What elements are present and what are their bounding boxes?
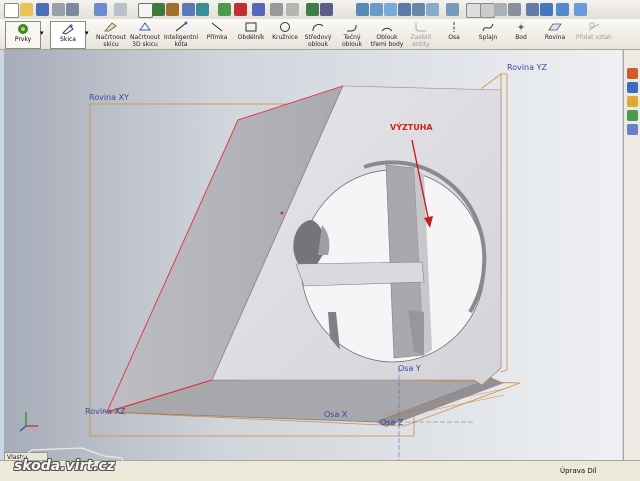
sketch-grid-icon[interactable] [196, 3, 209, 16]
sketch-fillet-button[interactable]: Zaoblit entity [407, 21, 435, 48]
pan-icon[interactable] [320, 3, 333, 16]
shadow-icon[interactable] [540, 3, 553, 16]
undo-icon[interactable] [94, 3, 107, 16]
point-button[interactable]: Bod [508, 21, 534, 41]
rotate-icon[interactable] [306, 3, 319, 16]
rib-annotation-label: VÝZTUHA [390, 121, 433, 132]
coordinate-triad [19, 412, 38, 432]
home-icon[interactable] [627, 68, 638, 79]
3d-sketch-icon [139, 22, 151, 31]
scene-icon[interactable] [574, 3, 587, 16]
options-icon[interactable] [166, 3, 179, 16]
plane-icon [548, 23, 562, 31]
tangent-arc-button[interactable]: Tečný oblouk [337, 21, 367, 48]
section-view-icon[interactable] [526, 3, 539, 16]
centerpoint-arc-button[interactable]: Středový oblouk [303, 21, 333, 48]
command-manager: Prvky ▾ Skica ▾ Načrtnout skicu Načrtnou… [0, 19, 640, 50]
tangent-arc-icon [347, 24, 357, 32]
tab-features[interactable]: Prvky [5, 21, 41, 49]
zoom-icon[interactable] [384, 3, 397, 16]
tab-features-dropdown[interactable]: ▾ [40, 29, 46, 37]
3-point-arc-button[interactable]: Oblouk třemi body [369, 21, 405, 48]
3d-sketch-button[interactable]: Načrtnout 3D skicu [128, 21, 162, 48]
material-icon[interactable] [234, 3, 247, 16]
new-icon[interactable] [4, 3, 19, 18]
tab-sketch-dropdown[interactable]: ▾ [85, 29, 91, 37]
select-icon[interactable] [138, 3, 153, 18]
point-icon [517, 23, 525, 31]
spline-button[interactable]: Splajn [474, 21, 502, 41]
redo-icon[interactable] [114, 3, 127, 16]
centerpoint-arc-icon [312, 24, 324, 32]
search-icon[interactable] [627, 110, 638, 121]
tab-sketch[interactable]: Skica [50, 21, 86, 49]
tab-sketch-label: Skica [60, 36, 76, 43]
model-view: Rovina XY Rovina YZ Rovina XZ Osa X Osa … [19, 63, 547, 460]
features-icon [18, 24, 28, 34]
task-pane [623, 50, 640, 460]
add-relation-icon [588, 22, 600, 31]
3-point-arc-icon [381, 27, 393, 32]
pan-view-icon[interactable] [426, 3, 439, 16]
axis-y-label[interactable]: Osa Y [398, 364, 421, 373]
perspective-icon[interactable] [556, 3, 569, 16]
plane-xy-label[interactable]: Rovina XY [89, 93, 129, 102]
plane-xz-label[interactable]: Rovina XZ [85, 407, 126, 416]
tab-features-label: Prvky [14, 36, 32, 43]
rebuild-icon[interactable] [152, 3, 165, 16]
rotate-view-icon[interactable] [412, 3, 425, 16]
zoom-area-icon[interactable] [370, 3, 383, 16]
sketch-command-icon [104, 22, 117, 32]
smart-dimension-icon [175, 21, 188, 32]
plane-yz-label[interactable]: Rovina YZ [507, 63, 547, 72]
view-display-icon[interactable] [252, 3, 265, 16]
centerline-icon [453, 22, 455, 32]
sketch-fillet-icon [415, 23, 426, 32]
status-text: Úprava Díl [560, 467, 597, 475]
circle-button[interactable]: Kružnice [271, 21, 299, 41]
orientation-icon[interactable] [446, 3, 459, 16]
centerline-button[interactable]: Osa [441, 21, 467, 41]
plane-button[interactable]: Rovina [540, 21, 570, 41]
sketch-icon [62, 24, 74, 35]
shaded-icon[interactable] [494, 3, 507, 16]
rectangle-button[interactable]: Obdélník [236, 21, 266, 41]
grid-icon[interactable] [182, 3, 195, 16]
standard-toolbar [0, 0, 640, 20]
spline-icon [482, 23, 494, 32]
axis-x-label[interactable]: Osa X [324, 410, 348, 419]
circle-icon [280, 22, 290, 32]
print-preview-icon[interactable] [66, 3, 79, 16]
hidden-lines-icon[interactable] [480, 3, 495, 18]
line-icon [211, 22, 223, 32]
shaded-edges-icon[interactable] [508, 3, 521, 16]
smart-dimension-button[interactable]: Inteligentní kóta [163, 21, 199, 48]
print-icon[interactable] [52, 3, 65, 16]
rectangle-icon [245, 22, 257, 32]
open-icon[interactable] [20, 3, 33, 16]
zoom-selection-icon[interactable] [398, 3, 411, 16]
axis-z-label[interactable]: Osa Z [380, 418, 404, 427]
line-button[interactable]: Přímka [204, 21, 230, 41]
zoom-fit-icon[interactable] [356, 3, 369, 16]
hide-show-icon[interactable] [270, 3, 283, 16]
appearance-icon[interactable] [218, 3, 231, 16]
watermark-text: skoda.virt.cz [14, 458, 115, 474]
save-icon[interactable] [36, 3, 49, 16]
horizontal-rib[interactable] [295, 261, 425, 287]
library-icon[interactable] [627, 82, 638, 93]
graphics-area[interactable]: Rovina XY Rovina YZ Rovina XZ Osa X Osa … [4, 50, 622, 460]
sketch-button[interactable]: Načrtnout skicu [94, 21, 128, 48]
file-explorer-icon[interactable] [627, 96, 638, 107]
palette-icon[interactable] [627, 124, 638, 135]
layer-icon[interactable] [286, 3, 299, 16]
wireframe-icon[interactable] [466, 3, 481, 18]
add-relation-button[interactable]: Přidat vztah [574, 21, 614, 41]
